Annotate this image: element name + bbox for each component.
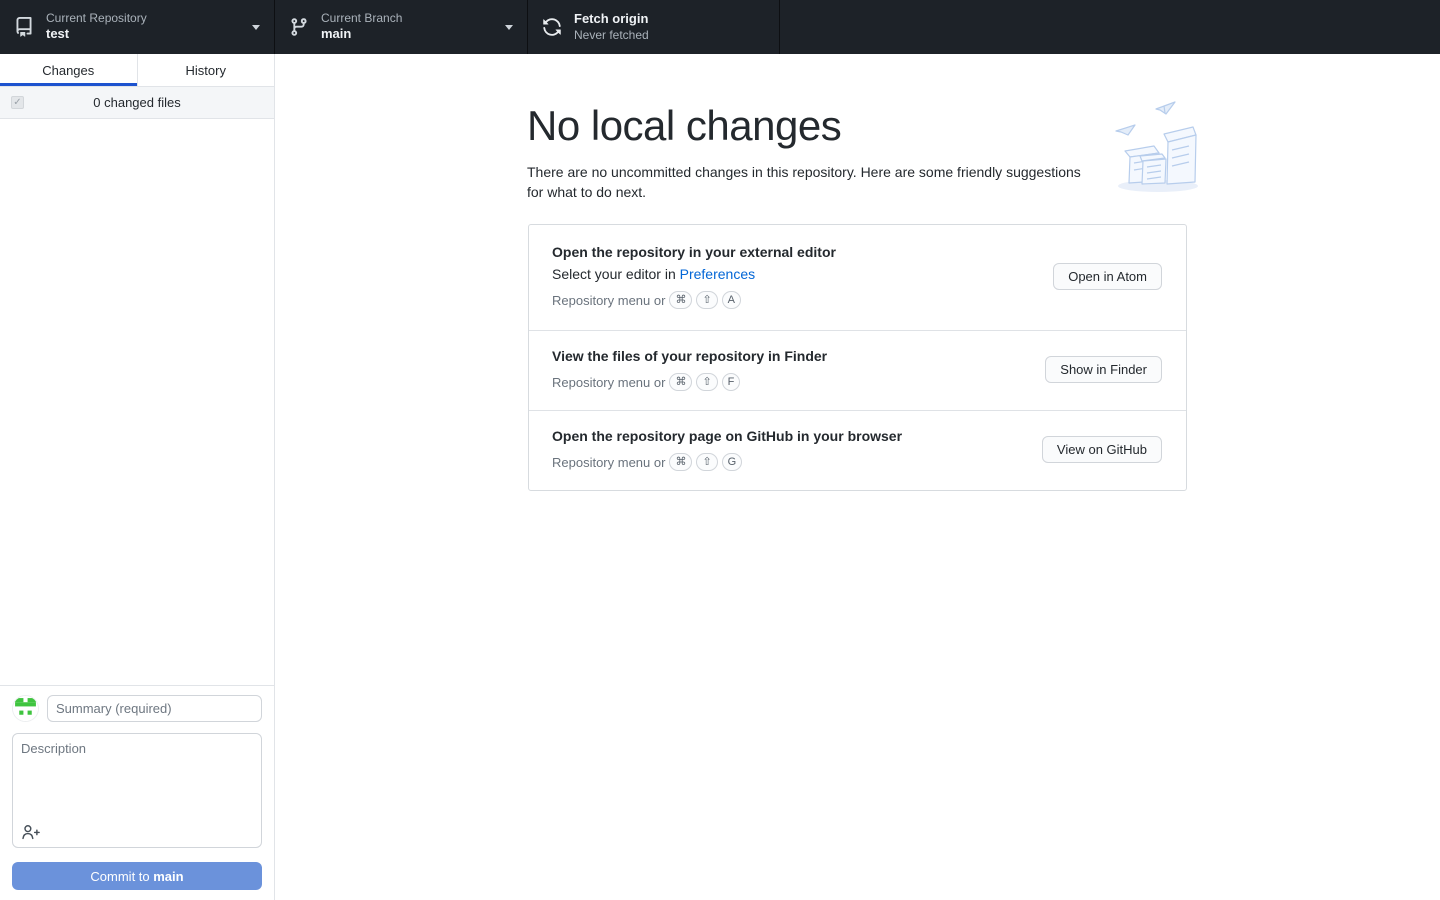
current-repository-label: Current Repository (46, 10, 147, 25)
kbd-cmd: ⌘ (669, 291, 693, 309)
commit-button-prefix: Commit to (90, 868, 154, 884)
current-repository-button[interactable]: Current Repository test (0, 0, 275, 54)
description-box (12, 733, 262, 848)
page-subtitle: There are no uncommitted changes in this… (527, 164, 1081, 200)
kbd-letter: F (721, 373, 741, 391)
description-input[interactable] (13, 734, 261, 822)
chevron-down-icon (505, 24, 513, 30)
kbd-cmd: ⌘ (669, 373, 693, 391)
toolbar: Current Repository test Current Branch m… (0, 0, 1440, 54)
summary-input[interactable] (47, 695, 262, 722)
view-on-github-button[interactable]: View on GitHub (1041, 436, 1162, 463)
select-all-checkbox[interactable]: ✓ (11, 96, 24, 109)
sidebar-tabs: Changes History (0, 54, 274, 87)
suggestion-subtitle: Select your editor in Preferences (552, 266, 836, 282)
kbd-cmd: ⌘ (669, 453, 693, 471)
kbd-letter: G (721, 453, 743, 471)
suggestions-list: Open the repository in your external edi… (528, 224, 1187, 491)
kbd-shift: ⇧ (696, 453, 718, 471)
kbd-letter: A (721, 291, 742, 309)
suggestion-shortcut: Repository menu or ⌘ ⇧ G (552, 453, 902, 471)
fetch-origin-button[interactable]: Fetch origin Never fetched (528, 0, 780, 54)
kbd-shift: ⇧ (696, 291, 718, 309)
avatar (12, 695, 39, 722)
suggestion-title: View the files of your repository in Fin… (552, 348, 828, 364)
add-coauthor-icon[interactable] (21, 823, 41, 841)
shortcut-prefix: Repository menu or (552, 374, 666, 390)
fetch-origin-label: Fetch origin (574, 10, 649, 26)
sidebar: Changes History ✓ 0 changed files Summar… (0, 54, 275, 900)
fetch-origin-status: Never fetched (574, 27, 649, 42)
shortcut-prefix: Repository menu or (552, 292, 666, 308)
empty-state-illustration (1115, 101, 1198, 192)
suggestion-title: Open the repository page on GitHub in yo… (552, 428, 903, 444)
tab-history[interactable]: History (136, 54, 274, 86)
repo-icon (16, 17, 32, 37)
commit-button[interactable]: Commit to main (12, 862, 262, 890)
changed-files-row: ✓ 0 changed files (0, 87, 274, 119)
commit-button-branch: main (153, 868, 184, 884)
sync-icon (543, 18, 561, 36)
page-title: No local changes (527, 102, 842, 149)
current-branch-label: Current Branch (321, 10, 403, 25)
suggestion-subtitle-text: Select your editor in (552, 266, 680, 282)
current-repository-value: test (46, 26, 70, 42)
kbd-shift: ⇧ (696, 373, 718, 391)
suggestion-shortcut: Repository menu or ⌘ ⇧ F (552, 373, 827, 391)
suggestion-shortcut: Repository menu or ⌘ ⇧ A (552, 291, 836, 309)
tab-changes[interactable]: Changes (0, 54, 137, 86)
chevron-down-icon (252, 24, 260, 30)
changed-files-count: 0 changed files (93, 95, 181, 110)
show-in-finder-button[interactable]: Show in Finder (1045, 356, 1162, 383)
suggestion-open-editor: Open the repository in your external edi… (529, 225, 1186, 330)
suggestion-view-github: Open the repository page on GitHub in yo… (529, 410, 1186, 490)
shortcut-prefix: Repository menu or (552, 454, 666, 470)
suggestion-show-finder: View the files of your repository in Fin… (529, 330, 1186, 410)
main-content: No local changes There are no uncommitte… (275, 54, 1440, 900)
preferences-link[interactable]: Preferences (680, 266, 755, 282)
current-branch-button[interactable]: Current Branch main (275, 0, 528, 54)
open-in-atom-button[interactable]: Open in Atom (1053, 263, 1162, 290)
current-branch-value: main (321, 26, 352, 42)
commit-form: Commit to main (0, 685, 274, 900)
suggestion-title: Open the repository in your external edi… (552, 244, 836, 260)
git-branch-icon (291, 18, 307, 36)
